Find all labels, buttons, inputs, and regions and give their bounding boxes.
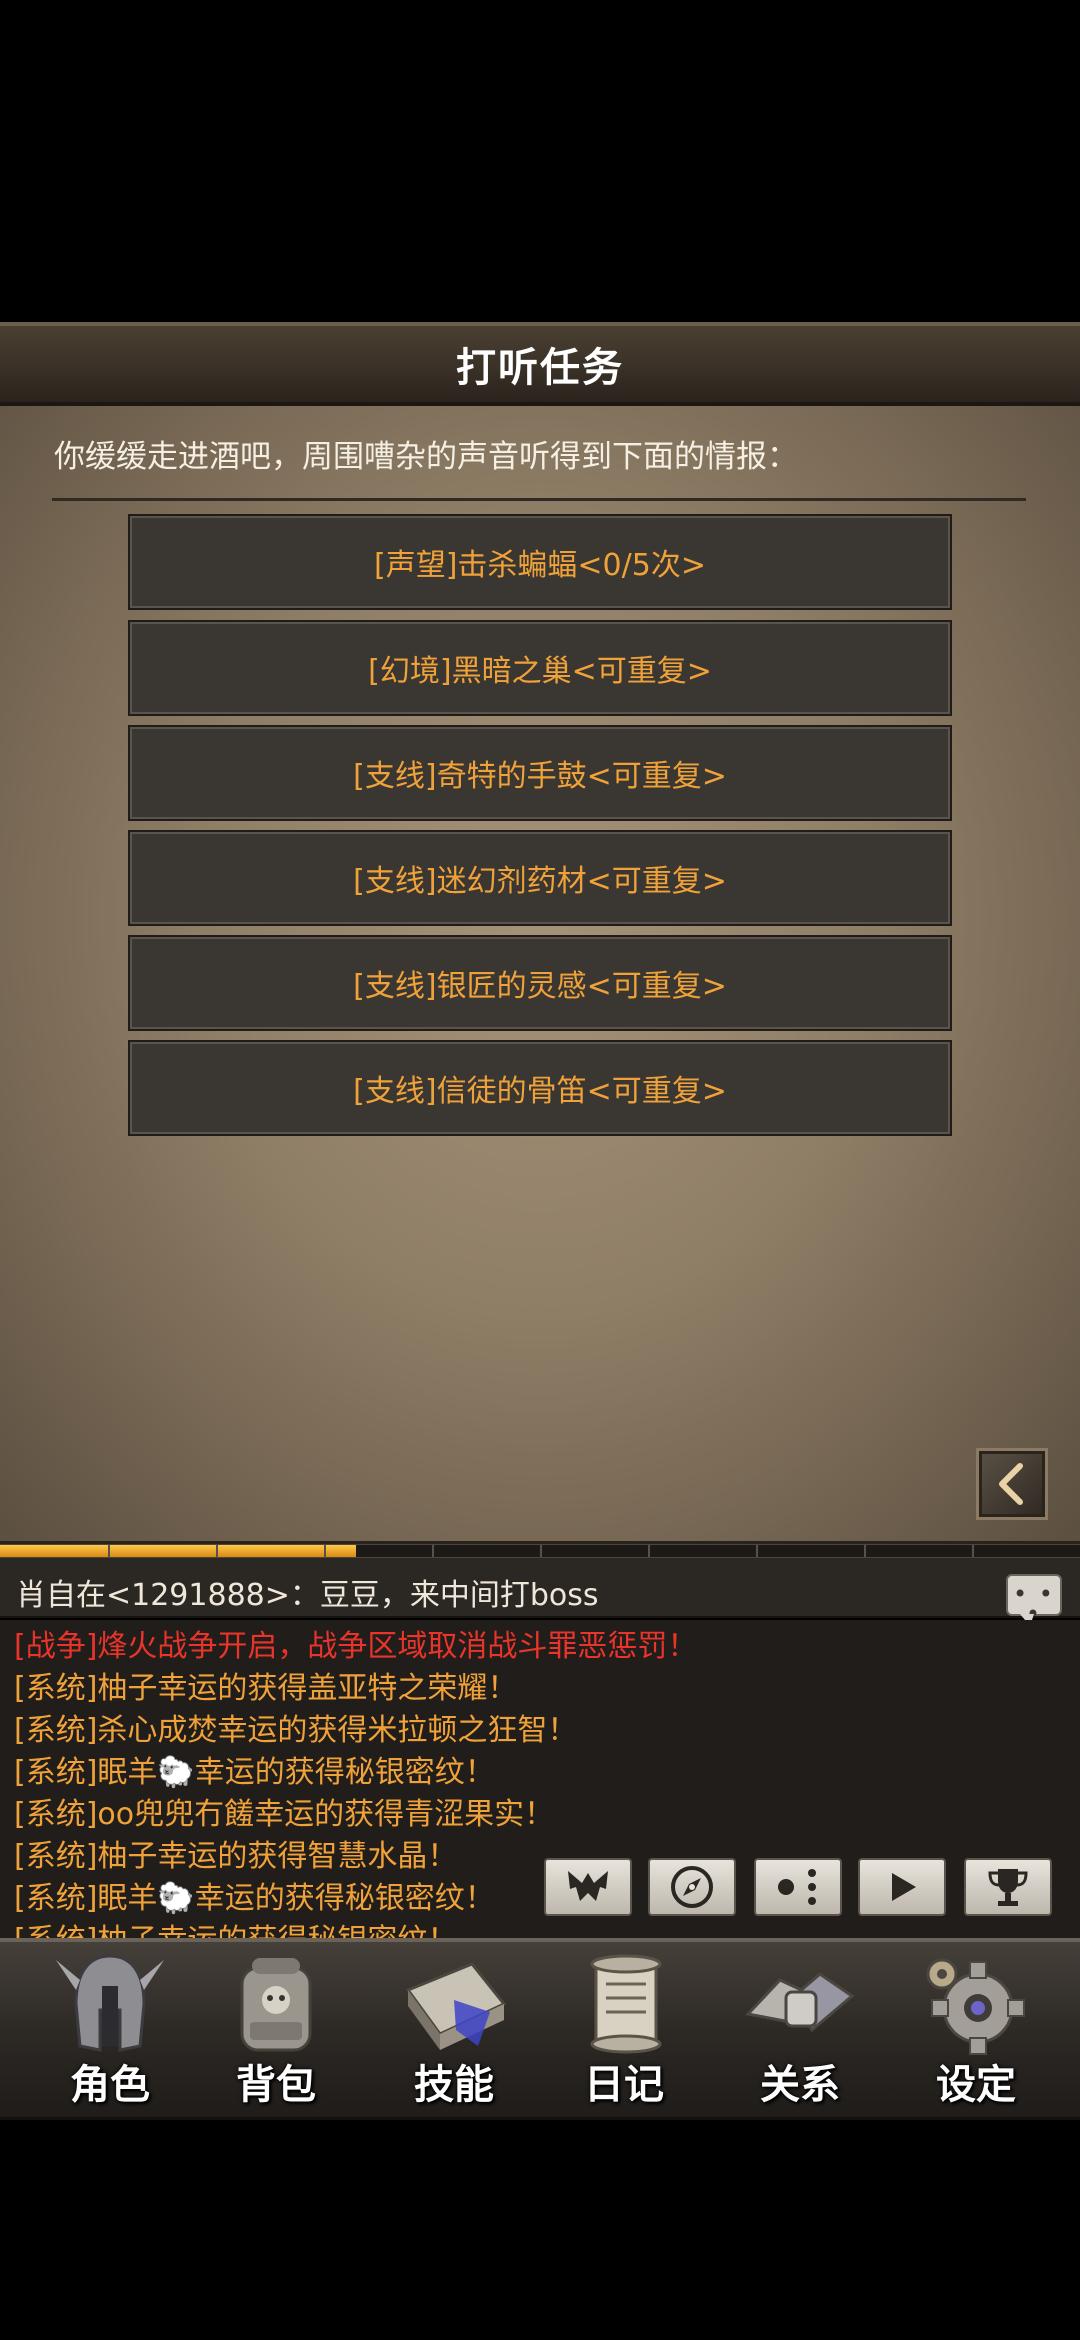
progress-tick xyxy=(324,1545,326,1557)
gear-icon xyxy=(926,1958,1025,2055)
progress-tick xyxy=(108,1545,110,1557)
compass-icon xyxy=(671,1866,713,1908)
progress-fill xyxy=(0,1545,356,1557)
nav-label: 关系 xyxy=(760,2062,840,2108)
progress-tick xyxy=(540,1545,542,1557)
chat-message: [系统]眠羊🐑幸运的获得秘银密纹！ xyxy=(14,1755,495,1790)
chat-message: [战争]烽火战争开启，战争区域取消战斗罪恶惩罚！ xyxy=(14,1629,698,1664)
nav-label: 日记 xyxy=(584,2062,664,2108)
nav-label: 技能 xyxy=(414,2062,494,2108)
nav-label: 角色 xyxy=(70,2062,150,2108)
chat-message: [系统]柚子幸运的获得智慧水晶！ xyxy=(14,1839,458,1874)
nav-settings[interactable]: 设定 xyxy=(896,1950,1056,2114)
chat-button[interactable]: • • • xyxy=(1006,1574,1062,1626)
backpack-icon xyxy=(240,1958,312,2052)
quest-button[interactable]: [支线]迷幻剂药材<可重复> xyxy=(128,830,952,926)
quest-button[interactable]: [支线]银匠的灵感<可重复> xyxy=(128,935,952,1031)
progress-tick xyxy=(648,1545,650,1557)
nav-skills[interactable]: 技能 xyxy=(374,1950,534,2114)
progress-tick xyxy=(756,1545,758,1557)
chat-message: [系统]眠羊🐑幸运的获得秘银密纹！ xyxy=(14,1881,495,1916)
nav-relations[interactable]: 关系 xyxy=(720,1950,880,2114)
chat-message: [系统]柚子幸运的获得秘银密纹！ xyxy=(14,1920,457,1938)
compass-button[interactable] xyxy=(648,1858,736,1916)
dots-icon xyxy=(778,1869,816,1905)
progress-tick xyxy=(432,1545,434,1557)
bat-icon xyxy=(568,1871,608,1901)
quest-button[interactable]: [支线]信徒的骨笛<可重复> xyxy=(128,1040,952,1136)
scroll-icon xyxy=(590,1954,662,2054)
nav-label: 设定 xyxy=(936,2062,1016,2108)
title-bar: 打听任务 xyxy=(0,322,1080,406)
handshake-icon xyxy=(745,1972,855,2033)
nav-backpack[interactable]: 背包 xyxy=(196,1950,356,2114)
play-icon xyxy=(892,1873,916,1901)
play-button[interactable] xyxy=(858,1858,946,1916)
bat-button[interactable] xyxy=(544,1858,632,1916)
chat-bubble-icon: • • • xyxy=(1013,1580,1055,1628)
dots-button[interactable] xyxy=(754,1858,842,1916)
trophy-icon xyxy=(988,1869,1028,1906)
nav-character[interactable]: 角色 xyxy=(30,1950,190,2114)
page-title: 打听任务 xyxy=(456,345,624,391)
nav-label: 背包 xyxy=(236,2062,316,2108)
divider xyxy=(52,498,1026,501)
chat-message: [系统]oo兜兜冇饈幸运的获得青涩果实！ xyxy=(14,1797,555,1832)
trophy-button[interactable] xyxy=(964,1858,1052,1916)
quest-button[interactable]: [声望]击杀蝙蝠<0/5次> xyxy=(128,514,952,610)
back-button[interactable] xyxy=(976,1448,1048,1520)
progress-tick xyxy=(972,1545,974,1557)
helmet-icon xyxy=(56,1954,164,2052)
chat-message: [系统]柚子幸运的获得盖亚特之荣耀！ xyxy=(14,1671,518,1706)
quest-button[interactable]: [幻境]黑暗之巢<可重复> xyxy=(128,620,952,716)
nav-diary[interactable]: 日记 xyxy=(544,1950,704,2114)
chat-message: [系统]杀心成焚幸运的获得米拉顿之狂智！ xyxy=(14,1713,578,1748)
chevron-left-icon xyxy=(999,1463,1023,1505)
intro-text: 你缓缓走进酒吧，周围嘈杂的声音听得到下面的情报： xyxy=(54,439,798,475)
chat-latest-message[interactable]: 肖自在<1291888>：豆豆，来中间打boss xyxy=(16,1571,976,1621)
spellbook-icon xyxy=(405,1962,507,2050)
quest-button[interactable]: [支线]奇特的手鼓<可重复> xyxy=(128,725,952,821)
progress-tick xyxy=(216,1545,218,1557)
progress-tick xyxy=(864,1545,866,1557)
